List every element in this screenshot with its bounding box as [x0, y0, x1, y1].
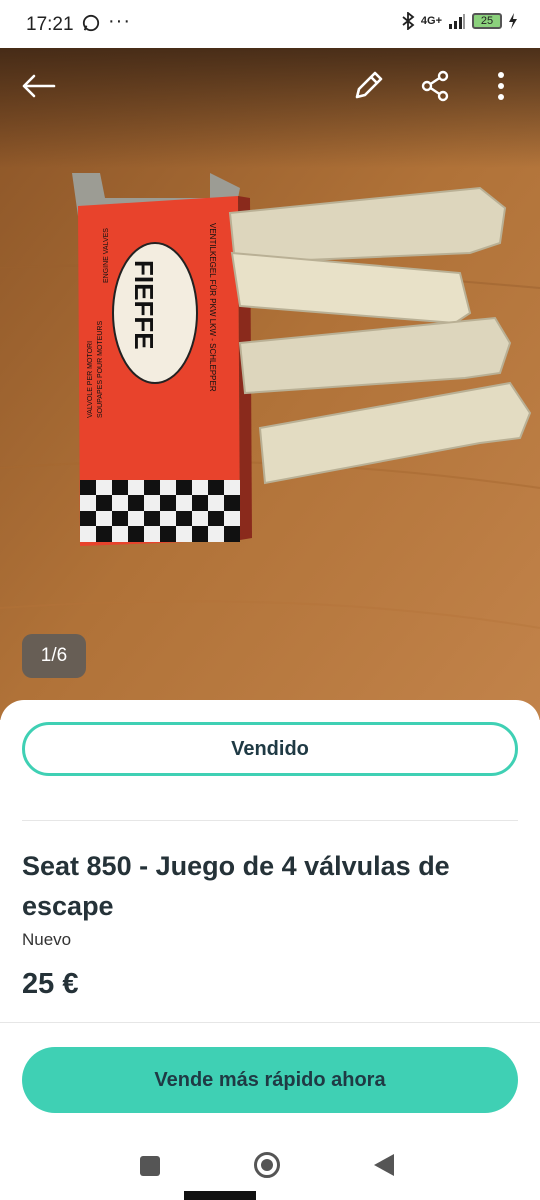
box-brand: FIEFFE — [129, 260, 159, 350]
share-button[interactable] — [413, 64, 457, 108]
status-bar: 17:21 ··· 4G+ 25 — [0, 0, 540, 48]
sell-faster-button[interactable]: Vende más rápido ahora — [22, 1047, 518, 1113]
back-button[interactable] — [16, 64, 60, 108]
more-menu-button[interactable] — [479, 64, 523, 108]
box-text-4: SOUPAPES POUR MOTEURS — [97, 321, 104, 418]
photo-counter: 1/6 — [22, 634, 86, 678]
gesture-handle — [184, 1191, 256, 1200]
divider — [0, 1022, 540, 1023]
back-icon[interactable] — [374, 1154, 394, 1176]
checkerboard — [80, 480, 240, 542]
whatsapp-icon — [82, 14, 100, 32]
product-image: FIEFFE VENTILKEGEL FÜR PKW LKW - SCHLEPP… — [0, 48, 540, 720]
box-text-3: VALVOLE PER MOTORI — [87, 341, 94, 418]
navigation-bar — [0, 1140, 540, 1200]
home-icon[interactable] — [254, 1152, 280, 1178]
sold-status-button[interactable]: Vendido — [22, 722, 518, 776]
listing-price: 25 € — [22, 968, 79, 1000]
network-label: 4G+ — [420, 15, 442, 27]
box-text-1: VENTILKEGEL FÜR PKW LKW - SCHLEPPER — [208, 223, 217, 392]
listing-title: Seat 850 - Juego de 4 válvulas de escape — [22, 851, 450, 921]
divider — [22, 820, 518, 821]
battery-icon: 25 — [472, 13, 502, 29]
status-time: 17:21 — [26, 14, 74, 35]
more-notifications-icon: ··· — [108, 10, 131, 32]
bluetooth-icon — [402, 12, 415, 30]
charging-icon — [509, 13, 517, 29]
recent-apps-icon[interactable] — [140, 1156, 160, 1176]
edit-button[interactable] — [346, 64, 390, 108]
box-text-2: ENGINE VALVES — [103, 228, 110, 283]
pencil-icon — [355, 71, 383, 99]
listing-condition: Nuevo — [22, 930, 72, 949]
arrow-left-icon — [22, 74, 56, 98]
status-right: 4G+ 25 — [401, 12, 518, 30]
kebab-menu-icon — [498, 72, 504, 100]
share-icon — [421, 70, 449, 102]
signal-icon — [449, 14, 465, 29]
product-photo[interactable]: FIEFFE VENTILKEGEL FÜR PKW LKW - SCHLEPP… — [0, 48, 540, 720]
